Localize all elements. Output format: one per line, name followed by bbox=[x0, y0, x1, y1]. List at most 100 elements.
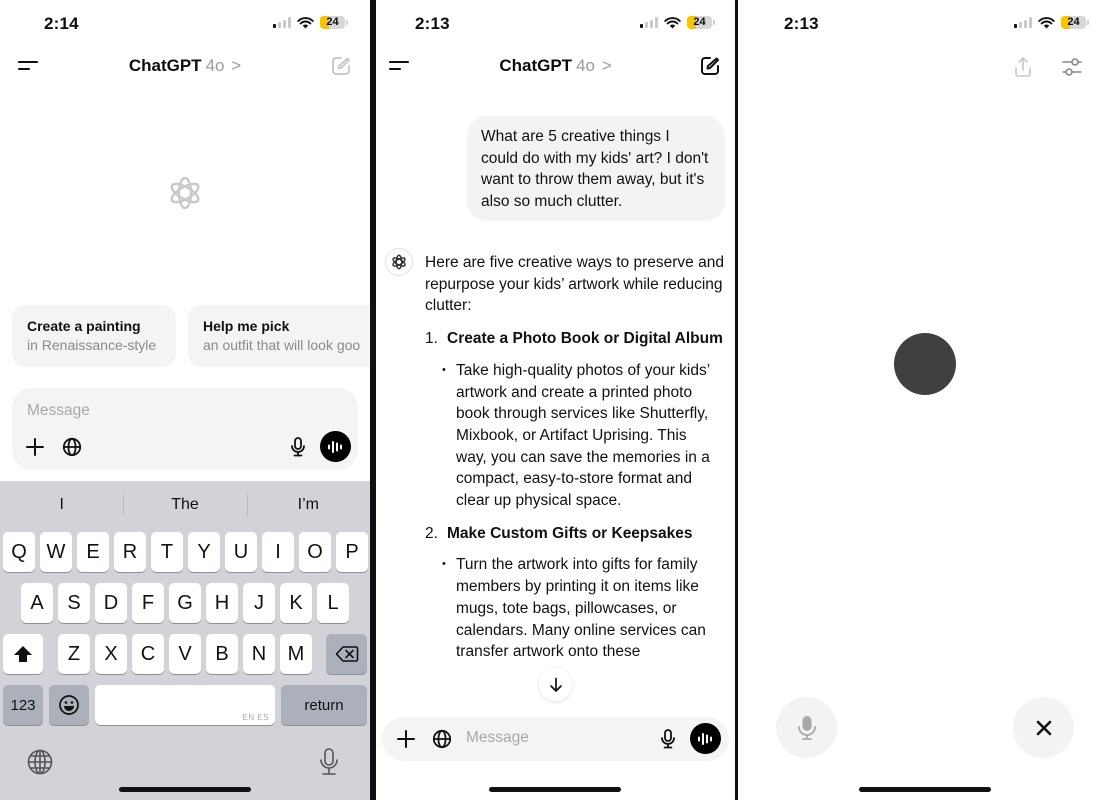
key-t[interactable]: T bbox=[151, 532, 183, 572]
key-v[interactable]: V bbox=[169, 634, 201, 674]
battery-icon: 24 bbox=[1061, 16, 1089, 29]
key-l[interactable]: L bbox=[317, 583, 349, 623]
message-composer[interactable]: Message bbox=[12, 388, 358, 470]
delete-key[interactable] bbox=[326, 634, 367, 674]
screen-voice-mode: 2:13 24 bbox=[738, 0, 1110, 800]
prediction-suggestion[interactable]: I bbox=[0, 481, 123, 529]
key-y[interactable]: Y bbox=[188, 532, 220, 572]
battery-icon: 24 bbox=[320, 16, 348, 29]
onscreen-keyboard: I The I’m QWERTYUIOPASDFGHJKLZXCVBNM 123… bbox=[0, 481, 370, 800]
key-n[interactable]: N bbox=[243, 634, 275, 674]
wifi-icon bbox=[297, 16, 314, 28]
key-e[interactable]: E bbox=[77, 532, 109, 572]
suggestion-card[interactable]: Help me pick an outfit that will look go… bbox=[188, 305, 370, 367]
shift-key[interactable] bbox=[3, 634, 43, 674]
status-bar: 2:13 24 bbox=[376, 0, 735, 48]
voice-mode-button[interactable] bbox=[690, 723, 721, 754]
key-i[interactable]: I bbox=[262, 532, 294, 572]
plus-icon[interactable] bbox=[396, 729, 416, 749]
dictation-microphone-icon[interactable] bbox=[318, 747, 340, 777]
prediction-suggestion[interactable]: The bbox=[123, 481, 246, 529]
wifi-icon bbox=[1038, 16, 1055, 28]
list-number: 2. bbox=[425, 524, 438, 542]
home-indicator bbox=[859, 787, 991, 792]
assistant-avatar bbox=[385, 248, 413, 276]
app-title: ChatGPT bbox=[499, 56, 573, 75]
key-s[interactable]: S bbox=[58, 583, 90, 623]
predictive-text-bar: I The I’m bbox=[0, 481, 370, 529]
share-icon[interactable] bbox=[1013, 56, 1033, 78]
suggestion-title: Create a painting bbox=[27, 318, 141, 334]
wifi-icon bbox=[664, 16, 681, 28]
backspace-icon bbox=[335, 646, 358, 662]
key-x[interactable]: X bbox=[95, 634, 127, 674]
close-icon bbox=[1036, 720, 1051, 735]
key-c[interactable]: C bbox=[132, 634, 164, 674]
space-key[interactable]: EN ES bbox=[95, 685, 275, 725]
microphone-icon[interactable] bbox=[658, 728, 678, 750]
globe-icon[interactable] bbox=[62, 437, 82, 457]
model-selector[interactable]: ChatGPT 4o > bbox=[376, 56, 735, 76]
top-nav: ChatGPT 4o > bbox=[376, 48, 735, 84]
list-item-title: Make Custom Gifts or Keepsakes bbox=[447, 524, 693, 542]
prediction-suggestion[interactable]: I’m bbox=[246, 481, 370, 529]
model-selector[interactable]: ChatGPT 4o > bbox=[0, 56, 370, 76]
user-message-bubble: What are 5 creative things I could do wi… bbox=[467, 116, 725, 221]
chevron-right-icon: > bbox=[601, 56, 612, 75]
microphone-icon[interactable] bbox=[288, 436, 308, 458]
key-h[interactable]: H bbox=[206, 583, 238, 623]
battery-level: 24 bbox=[693, 16, 706, 28]
home-indicator bbox=[489, 787, 621, 792]
new-chat-icon[interactable] bbox=[330, 55, 352, 77]
voice-mode-button[interactable] bbox=[320, 431, 351, 462]
shift-icon bbox=[14, 646, 32, 662]
key-j[interactable]: J bbox=[243, 583, 275, 623]
status-time: 2:13 bbox=[784, 14, 819, 33]
status-bar: 2:13 24 bbox=[738, 0, 1110, 48]
return-key[interactable]: return bbox=[281, 685, 367, 725]
arrow-down-icon bbox=[549, 677, 562, 692]
battery-level: 24 bbox=[326, 16, 339, 28]
key-d[interactable]: D bbox=[95, 583, 127, 623]
suggestion-card[interactable]: Create a painting in Renaissance-style bbox=[12, 305, 176, 367]
message-composer[interactable]: Message bbox=[382, 717, 729, 761]
globe-language-icon[interactable] bbox=[27, 749, 53, 775]
emoji-key[interactable] bbox=[49, 685, 89, 725]
new-chat-icon[interactable] bbox=[699, 55, 721, 77]
model-name: 4o bbox=[576, 56, 595, 75]
key-g[interactable]: G bbox=[169, 583, 201, 623]
emoji-icon bbox=[59, 695, 79, 715]
key-r[interactable]: R bbox=[114, 532, 146, 572]
assistant-intro: Here are five creative ways to preserve … bbox=[425, 254, 724, 315]
close-voice-button[interactable] bbox=[1013, 697, 1074, 758]
key-a[interactable]: A bbox=[21, 583, 53, 623]
space-key-languages: EN ES bbox=[242, 713, 269, 722]
message-input[interactable]: Message bbox=[27, 402, 90, 420]
key-u[interactable]: U bbox=[225, 532, 257, 572]
numbers-key[interactable]: 123 bbox=[3, 685, 43, 725]
key-p[interactable]: P bbox=[336, 532, 368, 572]
globe-icon[interactable] bbox=[432, 729, 452, 749]
message-input[interactable]: Message bbox=[466, 729, 529, 747]
chevron-right-icon: > bbox=[231, 56, 242, 75]
scroll-to-bottom-button[interactable] bbox=[539, 668, 572, 701]
openai-logo-icon bbox=[392, 254, 406, 270]
key-m[interactable]: M bbox=[280, 634, 312, 674]
key-z[interactable]: Z bbox=[58, 634, 90, 674]
model-name: 4o bbox=[205, 56, 225, 75]
settings-sliders-icon[interactable] bbox=[1061, 56, 1083, 78]
bullet-text: Turn the artwork into gifts for family m… bbox=[456, 556, 706, 661]
key-q[interactable]: Q bbox=[3, 532, 35, 572]
key-f[interactable]: F bbox=[132, 583, 164, 623]
list-item-heading: 1. Create a Photo Book or Digital Album bbox=[425, 328, 725, 350]
mute-microphone-button[interactable] bbox=[776, 697, 837, 758]
assistant-message: Here are five creative ways to preserve … bbox=[425, 252, 725, 674]
waveform-icon bbox=[698, 732, 712, 745]
bullet-icon: • bbox=[442, 363, 446, 376]
plus-icon[interactable] bbox=[25, 437, 45, 457]
key-w[interactable]: W bbox=[40, 532, 72, 572]
key-o[interactable]: O bbox=[299, 532, 331, 572]
key-b[interactable]: B bbox=[206, 634, 238, 674]
key-k[interactable]: K bbox=[280, 583, 312, 623]
cellular-signal-icon bbox=[640, 17, 658, 28]
